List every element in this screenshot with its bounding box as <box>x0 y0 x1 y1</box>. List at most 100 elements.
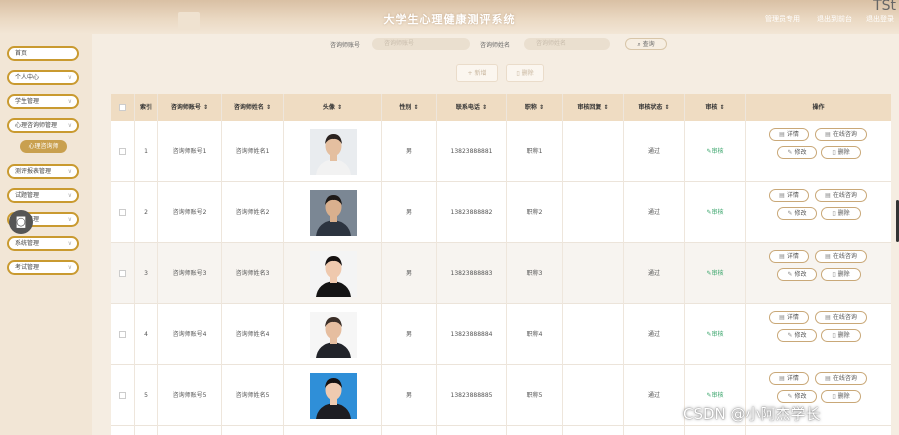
detail-icon: ▤ <box>779 131 785 138</box>
row-checkbox[interactable] <box>119 331 126 338</box>
bulk-delete-button[interactable]: ▯ 删除 <box>506 64 544 82</box>
col-account[interactable]: 咨询师账号 ⇕ <box>158 94 221 121</box>
select-all-checkbox[interactable] <box>119 104 126 111</box>
chevron-down-icon: ∨ <box>67 216 72 223</box>
column-divider <box>623 94 624 435</box>
detail-button[interactable]: ▤ 详情 <box>769 189 809 202</box>
sidebar-item-label: 考试管理 <box>15 264 40 271</box>
search-button[interactable]: ⌕ 查询 <box>625 38 667 50</box>
edit-button[interactable]: ✎ 修改 <box>777 329 817 342</box>
col-title-label: 职称 <box>524 104 537 111</box>
edit-icon: ✎ <box>787 149 793 156</box>
detail-button[interactable]: ▤ 详情 <box>769 128 809 141</box>
cell-name: 咨询师姓名2 <box>235 209 270 216</box>
sidebar-item-counselors[interactable]: 心理咨询师管理 ∨ <box>7 118 79 133</box>
cell-gender: 男 <box>405 331 412 338</box>
sidebar-item-home[interactable]: 首页 <box>7 46 79 61</box>
col-phone-label: 联系电话 <box>455 104 480 111</box>
col-audit[interactable]: 审核 ⇕ <box>685 94 745 121</box>
name-label: 咨询师姓名 <box>480 42 511 49</box>
detail-icon: ▤ <box>825 375 831 382</box>
cell-gender: 男 <box>405 270 412 277</box>
cell-status: 通过 <box>647 209 660 216</box>
cell-account: 咨询师账号4 <box>172 331 207 338</box>
col-phone[interactable]: 联系电话 ⇕ <box>437 94 506 121</box>
trash-icon: ▯ <box>832 271 836 278</box>
delete-label: 删除 <box>837 149 850 156</box>
col-reply[interactable]: 审核回复 ⇕ <box>563 94 623 121</box>
col-status[interactable]: 审核状态 ⇕ <box>624 94 684 121</box>
cell-reply <box>563 182 623 243</box>
column-divider <box>684 94 685 435</box>
detail-button[interactable]: ▤ 详情 <box>769 372 809 385</box>
name-input[interactable]: 咨询师姓名 <box>524 38 610 50</box>
edit-icon: ✎ <box>787 393 793 400</box>
account-input[interactable]: 咨询师账号 <box>372 38 470 50</box>
chevron-down-icon: ∨ <box>67 192 72 199</box>
row-checkbox[interactable] <box>119 148 126 155</box>
chevron-down-icon: ∨ <box>67 98 72 105</box>
col-name[interactable]: 咨询师姓名 ⇕ <box>222 94 283 121</box>
row-checkbox[interactable] <box>119 209 126 216</box>
consult-button[interactable]: ▤ 在线咨询 <box>815 189 867 202</box>
delete-button[interactable]: ▯ 删除 <box>821 207 861 220</box>
sidebar-item-system[interactable]: 系统管理 ∨ <box>7 236 79 251</box>
table-row: 4 咨询师账号4 咨询师姓名4 男 13823888884 职称4 通过 ✎审核 ▤ 详情 ▤ 在线咨… <box>111 304 891 365</box>
consult-button[interactable]: ▤ 在线咨询 <box>815 311 867 324</box>
edit-button[interactable]: ✎ 修改 <box>777 146 817 159</box>
sort-icon: ⇕ <box>539 104 545 111</box>
col-reply-label: 审核回复 <box>577 104 602 111</box>
sidebar-item-students[interactable]: 学生管理 ∨ <box>7 94 79 109</box>
audit-link[interactable]: ✎审核 <box>685 243 745 304</box>
admin-link[interactable]: 管理员专用 <box>765 14 800 24</box>
sidebar-item-exams[interactable]: 考试管理 ∨ <box>7 260 79 275</box>
cell-index: 1 <box>144 148 148 155</box>
sidebar-item-questions[interactable]: 试题管理 ∨ <box>7 188 79 203</box>
delete-label: 删除 <box>837 332 850 339</box>
edit-label: 修改 <box>794 393 807 400</box>
detail-button[interactable]: ▤ 详情 <box>769 311 809 324</box>
add-button[interactable]: + 新增 <box>456 64 498 82</box>
delete-button[interactable]: ▯ 删除 <box>821 146 861 159</box>
audit-link[interactable]: ✎审核 <box>685 304 745 365</box>
consult-label: 在线咨询 <box>832 314 857 321</box>
sidebar-item-label: 心理咨询师管理 <box>15 122 58 129</box>
column-divider <box>436 94 437 435</box>
cell-phone: 13823888881 <box>450 148 493 155</box>
col-title[interactable]: 职称 ⇕ <box>507 94 562 121</box>
sidebar-item-reports[interactable]: 测评报表管理 ∨ <box>7 164 79 179</box>
audit-link[interactable]: ✎审核 <box>685 182 745 243</box>
audit-label: 审核 <box>711 148 724 155</box>
cell-index: 3 <box>144 270 148 277</box>
sidebar-item-profile[interactable]: 个人中心 ∨ <box>7 70 79 85</box>
delete-button[interactable]: ▯ 删除 <box>821 390 861 403</box>
row-checkbox[interactable] <box>119 392 126 399</box>
audit-link[interactable]: ✎审核 <box>685 121 745 182</box>
cell-name: 咨询师姓名3 <box>235 270 270 277</box>
cell-name: 咨询师姓名5 <box>235 392 270 399</box>
sort-icon: ⇕ <box>482 104 488 111</box>
sidebar-subitem-counselor[interactable]: 心理咨询师 <box>20 140 67 153</box>
col-gender[interactable]: 性别 ⇕ <box>382 94 436 121</box>
avatar <box>310 129 357 175</box>
edit-button[interactable]: ✎ 修改 <box>777 207 817 220</box>
detail-button[interactable]: ▤ 详情 <box>769 250 809 263</box>
camera-icon[interactable]: ◙ <box>9 210 33 234</box>
consult-button[interactable]: ▤ 在线咨询 <box>815 250 867 263</box>
consult-button[interactable]: ▤ 在线咨询 <box>815 128 867 141</box>
col-avatar[interactable]: 头像 ⇕ <box>284 94 381 121</box>
detail-icon: ▤ <box>779 375 785 382</box>
delete-button[interactable]: ▯ 删除 <box>821 329 861 342</box>
logout-link[interactable]: 退出登录 <box>866 14 894 24</box>
sidebar-item-label: 首页 <box>15 50 28 57</box>
avatar <box>310 190 357 236</box>
row-checkbox[interactable] <box>119 270 126 277</box>
column-divider <box>506 94 507 435</box>
edit-button[interactable]: ✎ 修改 <box>777 268 817 281</box>
consult-button[interactable]: ▤ 在线咨询 <box>815 372 867 385</box>
chevron-down-icon: ∨ <box>67 122 72 129</box>
edit-label: 修改 <box>794 149 807 156</box>
edit-button[interactable]: ✎ 修改 <box>777 390 817 403</box>
exit-to-front-link[interactable]: 退出到前台 <box>817 14 852 24</box>
delete-button[interactable]: ▯ 删除 <box>821 268 861 281</box>
